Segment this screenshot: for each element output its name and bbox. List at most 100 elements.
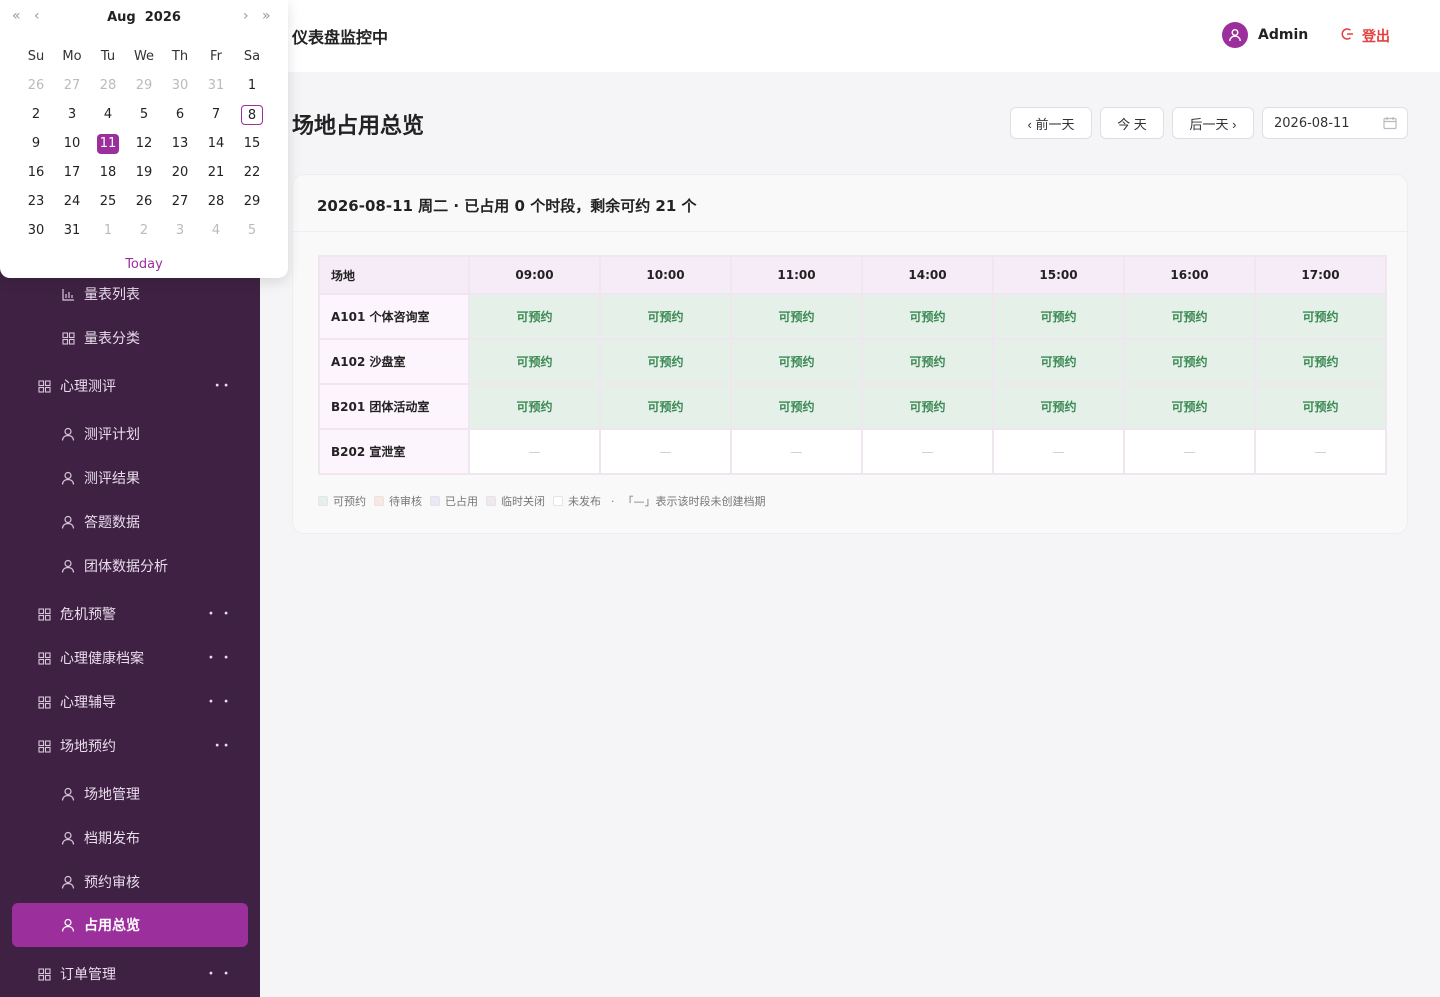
slot-available[interactable]: 可预约 [861, 293, 994, 340]
slot-available[interactable]: 可预约 [992, 383, 1125, 430]
expand-icon[interactable]: • • [208, 653, 232, 664]
slot-available[interactable]: 可预约 [730, 293, 863, 340]
day-cell[interactable]: 5 [234, 221, 270, 241]
day-cell[interactable]: 5 [126, 105, 162, 125]
slot-available[interactable]: 可预约 [730, 383, 863, 430]
sidebar-item[interactable]: 答题数据 [0, 500, 260, 544]
week-row: 2 3 4 5 6 7 8 [18, 100, 270, 129]
sidebar-item[interactable]: 场地管理 [0, 772, 260, 816]
sidebar-item[interactable]: 场地预约 •• [0, 724, 260, 768]
day-cell[interactable]: 2 [18, 105, 54, 125]
sidebar-item[interactable]: 档期发布 [0, 816, 260, 860]
slot-available[interactable]: 可预约 [599, 293, 732, 340]
day-cell[interactable]: 26 [18, 76, 54, 96]
legend-item: 已占用 [430, 493, 478, 509]
day-cell[interactable]: 26 [126, 192, 162, 212]
day-cell[interactable]: 22 [234, 163, 270, 183]
expand-icon[interactable]: • • [208, 697, 232, 708]
user-menu[interactable]: Admin [1222, 22, 1308, 48]
logout-button[interactable]: 登出 [1340, 26, 1390, 46]
slot-available[interactable]: 可预约 [992, 293, 1125, 340]
next-year-icon[interactable]: » [262, 8, 271, 24]
collapse-icon[interactable]: •• [214, 381, 232, 392]
day-cell[interactable]: 4 [90, 105, 126, 125]
day-cell[interactable]: 17 [54, 163, 90, 183]
day-cell[interactable]: 7 [198, 105, 234, 125]
slot-available[interactable]: 可预约 [468, 338, 601, 385]
sidebar-item[interactable]: 心理测评 •• [0, 364, 260, 408]
table-header-row: 场地 09:00 10:00 11:00 14:00 15:00 16:00 17:00 [318, 255, 1387, 295]
day-cell[interactable]: 23 [18, 192, 54, 212]
picker-year[interactable]: 2026 [145, 10, 181, 25]
sidebar-item[interactable]: 量表列表 [0, 272, 260, 316]
day-cell[interactable]: 31 [54, 221, 90, 241]
sidebar-item[interactable]: 心理健康档案 • • [0, 636, 260, 680]
prev-day-button[interactable]: ‹ 前一天 [1010, 107, 1092, 139]
slot-available[interactable]: 可预约 [861, 338, 994, 385]
avatar[interactable] [1222, 22, 1248, 48]
day-cell[interactable]: 24 [54, 192, 90, 212]
sidebar-item[interactable]: 团体数据分析 [0, 544, 260, 588]
day-cell[interactable]: 16 [18, 163, 54, 183]
slot-available[interactable]: 可预约 [1123, 293, 1256, 340]
sidebar-item[interactable]: 预约审核 [0, 860, 260, 904]
day-cell[interactable]: 4 [198, 221, 234, 241]
today-button[interactable]: 今 天 [1100, 107, 1164, 139]
day-cell[interactable]: 10 [54, 134, 90, 154]
sidebar-item[interactable]: 心理辅导 • • [0, 680, 260, 724]
sidebar-item[interactable]: 占用总览 [12, 903, 248, 947]
slot-available[interactable]: 可预约 [1123, 383, 1256, 430]
expand-icon[interactable]: • • [208, 969, 232, 980]
day-cell[interactable]: 25 [90, 192, 126, 212]
slot-available[interactable]: 可预约 [861, 383, 994, 430]
day-cell[interactable]: 2 [126, 221, 162, 241]
day-cell-today[interactable]: 8 [234, 104, 270, 125]
day-cell[interactable]: 20 [162, 163, 198, 183]
slot-available[interactable]: 可预约 [1254, 293, 1387, 340]
day-cell[interactable]: 15 [234, 134, 270, 154]
day-cell-selected[interactable]: 11 [90, 133, 126, 154]
day-cell[interactable]: 27 [162, 192, 198, 212]
day-cell[interactable]: 19 [126, 163, 162, 183]
day-cell[interactable]: 18 [90, 163, 126, 183]
collapse-icon[interactable]: •• [214, 741, 232, 752]
next-month-icon[interactable]: › [243, 8, 249, 24]
sidebar-item[interactable]: 测评结果 [0, 456, 260, 500]
slot-available[interactable]: 可预约 [1123, 338, 1256, 385]
day-cell[interactable]: 13 [162, 134, 198, 154]
slot-available[interactable]: 可预约 [599, 338, 732, 385]
day-cell[interactable]: 30 [162, 76, 198, 96]
slot-available[interactable]: 可预约 [1254, 383, 1387, 430]
day-cell[interactable]: 29 [234, 192, 270, 212]
slot-available[interactable]: 可预约 [599, 383, 732, 430]
day-cell[interactable]: 30 [18, 221, 54, 241]
day-cell[interactable]: 14 [198, 134, 234, 154]
day-cell[interactable]: 28 [90, 76, 126, 96]
sidebar-item[interactable]: 测评计划 [0, 412, 260, 456]
slot-available[interactable]: 可预约 [468, 383, 601, 430]
slot-available[interactable]: 可预约 [730, 338, 863, 385]
slot-available[interactable]: 可预约 [992, 338, 1125, 385]
picker-today-button[interactable]: Today [0, 257, 288, 272]
sidebar-item[interactable]: 订单管理 • • [0, 952, 260, 996]
day-cell[interactable]: 1 [234, 76, 270, 96]
sidebar-item[interactable]: 量表分类 [0, 316, 260, 360]
day-cell[interactable]: 27 [54, 76, 90, 96]
day-cell[interactable]: 12 [126, 134, 162, 154]
day-cell[interactable]: 28 [198, 192, 234, 212]
date-input[interactable]: 2026-08-11 [1262, 107, 1408, 139]
sidebar-item[interactable]: 危机预警 • • [0, 592, 260, 636]
next-day-button[interactable]: 后一天 › [1172, 107, 1254, 139]
day-cell[interactable]: 3 [54, 105, 90, 125]
day-cell[interactable]: 21 [198, 163, 234, 183]
day-cell[interactable]: 29 [126, 76, 162, 96]
slot-available[interactable]: 可预约 [1254, 338, 1387, 385]
day-cell[interactable]: 3 [162, 221, 198, 241]
day-cell[interactable]: 9 [18, 134, 54, 154]
slot-available[interactable]: 可预约 [468, 293, 601, 340]
expand-icon[interactable]: • • [208, 609, 232, 620]
day-cell[interactable]: 1 [90, 221, 126, 241]
picker-month[interactable]: Aug [107, 10, 136, 25]
day-cell[interactable]: 6 [162, 105, 198, 125]
day-cell[interactable]: 31 [198, 76, 234, 96]
